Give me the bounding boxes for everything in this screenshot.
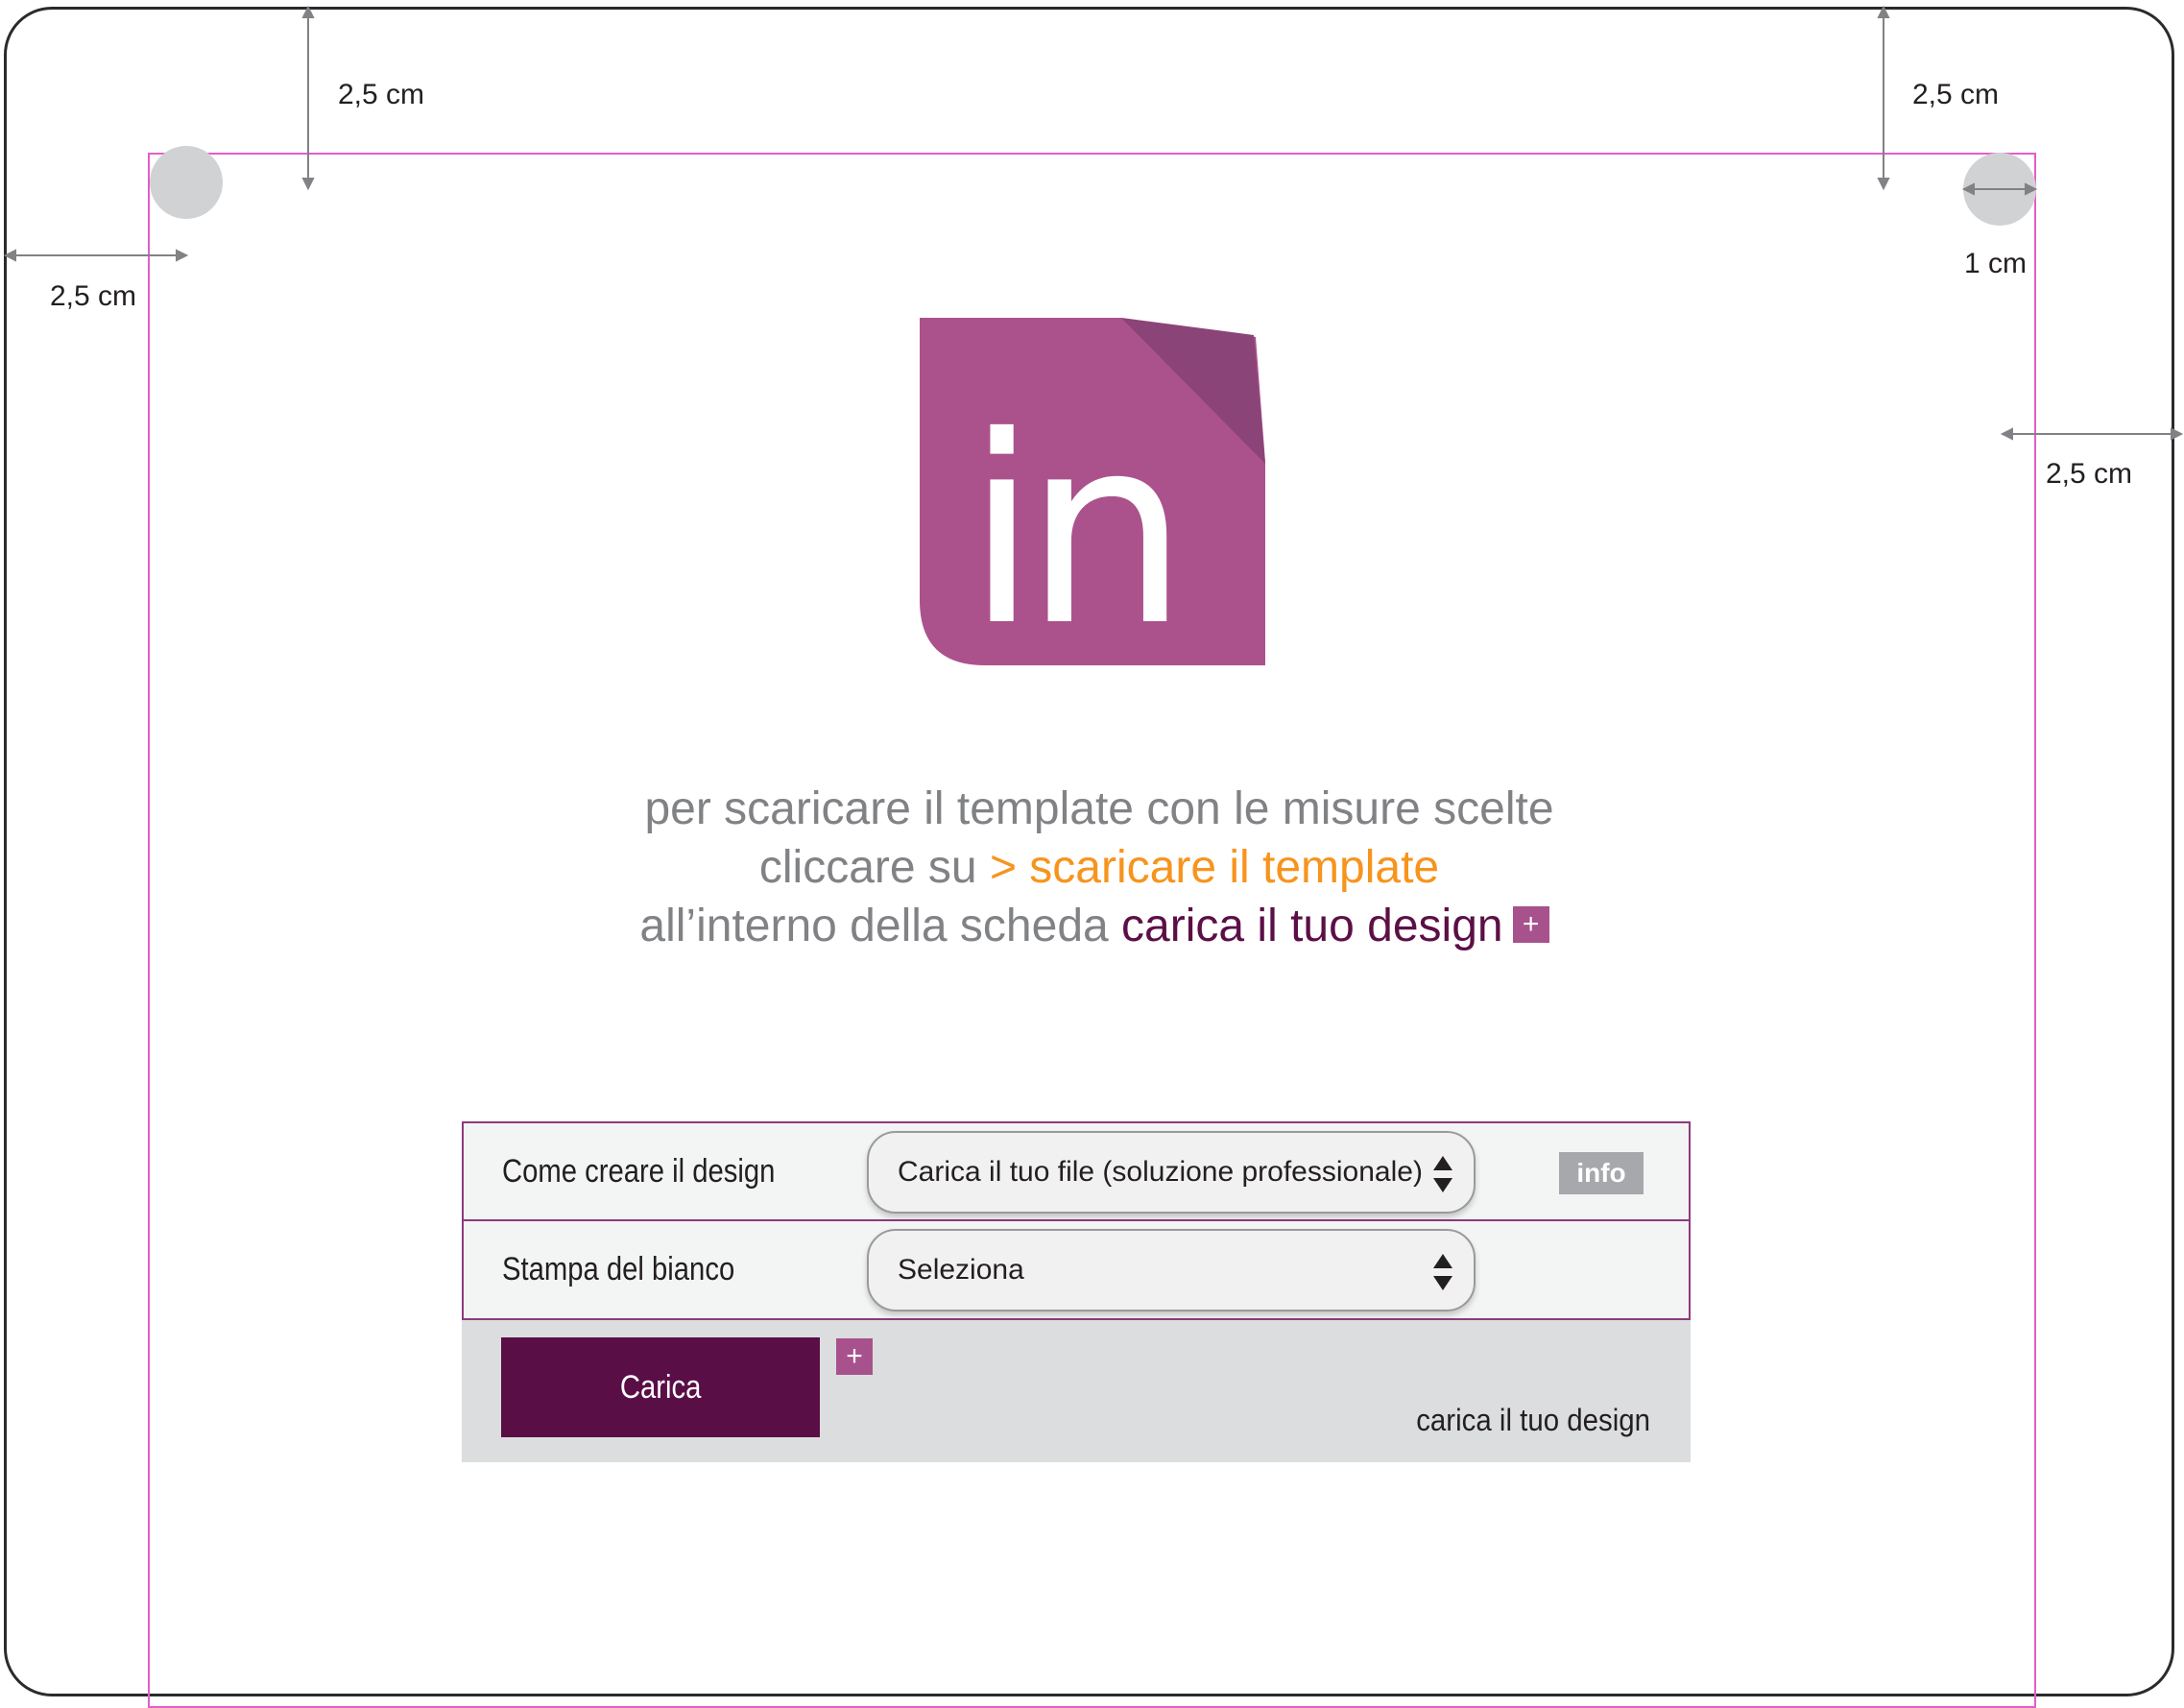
dimension-label-right: 2,5 cm [2046,458,2133,490]
white-print-value: Seleziona [898,1254,1024,1286]
upload-button[interactable]: Carica [501,1337,820,1437]
upload-panel: Carica + carica il tuo design [462,1320,1691,1462]
dimension-label-top-right: 2,5 cm [1912,79,2000,110]
upload-button-label: Carica [619,1368,702,1406]
plus-icon: + [1512,906,1549,944]
dimension-label-hole: 1 cm [1964,248,2028,279]
dimension-label-left: 2,5 cm [50,280,137,312]
design-method-value: Carica il tuo file (soluzione profession… [898,1156,1423,1188]
dimension-label-top-left: 2,5 cm [338,79,425,110]
download-template-link[interactable]: > scaricare il template [990,842,1439,893]
white-print-select[interactable]: Seleziona [867,1229,1476,1311]
instructions-line-2-prefix: cliccare su [758,842,990,893]
upload-caption: carica il tuo design [1416,1403,1650,1437]
instructions-message: per scaricare il template con le misure … [538,780,1661,955]
instructions-line-3: all’interno della scheda carica il tuo d… [538,897,1661,955]
instructions-line-1: per scaricare il template con le misure … [644,783,1554,834]
design-options-form: Come creare il design Carica il tuo file… [462,1121,1691,1462]
form-row-white-print: Stampa del bianco Seleziona [462,1221,1691,1320]
upload-design-tab-name: carica il tuo design [1121,901,1503,951]
white-print-label: Stampa del bianco [502,1251,735,1287]
design-method-label: Come creare il design [502,1152,776,1190]
design-method-select[interactable]: Carica il tuo file (soluzione profession… [867,1131,1476,1214]
instructions-line-2: cliccare su > scaricare il template [538,838,1661,897]
instructions-line-3-prefix: all’interno della scheda [639,901,1122,951]
brand-logo: in [920,318,1265,665]
form-row-design-method: Come creare il design Carica il tuo file… [462,1121,1691,1221]
info-button[interactable]: info [1559,1152,1644,1194]
expand-plus-icon[interactable]: + [836,1338,873,1375]
select-arrows-icon [1433,1254,1452,1290]
logo-text: in [966,380,1175,665]
select-arrows-icon [1433,1156,1452,1192]
